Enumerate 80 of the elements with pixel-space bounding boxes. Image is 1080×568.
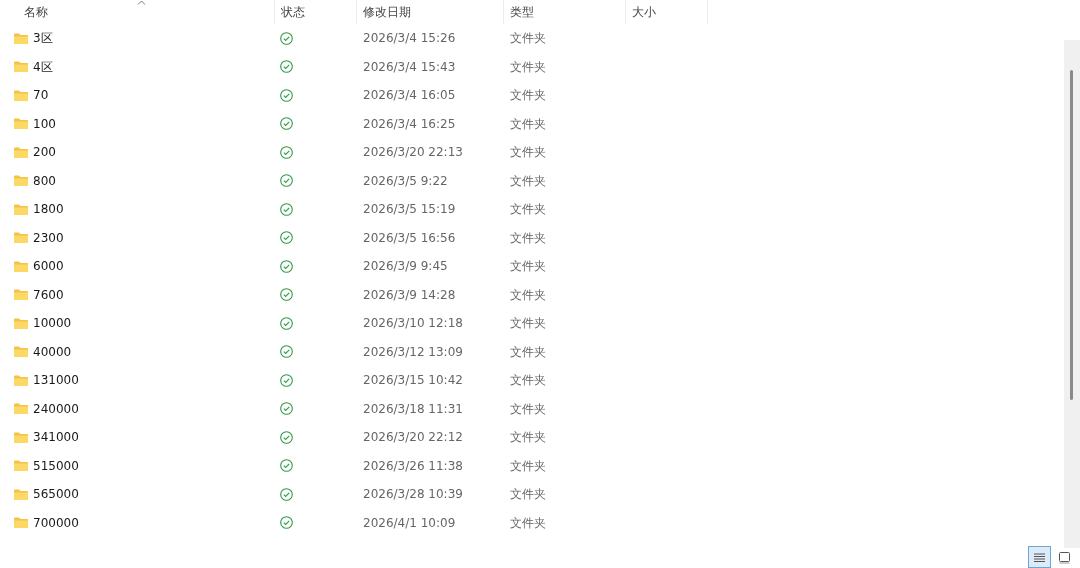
file-name[interactable]: 2300	[33, 228, 64, 247]
file-type: 文件夹	[509, 144, 547, 162]
file-type: 文件夹	[509, 457, 547, 475]
modified-date: 2026/3/10 12:18	[362, 315, 464, 333]
file-type: 文件夹	[509, 258, 547, 276]
file-name[interactable]: 100	[33, 114, 56, 133]
folder-icon	[14, 317, 28, 329]
folder-icon	[14, 431, 28, 443]
file-type: 文件夹	[509, 30, 547, 48]
folder-icon	[14, 346, 28, 358]
modified-date: 2026/3/12 13:09	[362, 343, 464, 361]
file-name[interactable]: 4区	[33, 57, 53, 76]
modified-date: 2026/3/9 9:45	[362, 258, 449, 276]
modified-date: 2026/3/4 16:05	[362, 87, 457, 105]
file-type: 文件夹	[509, 400, 547, 418]
modified-date: 2026/3/4 16:25	[362, 115, 457, 133]
modified-date: 2026/3/4 15:26	[362, 30, 457, 48]
modified-date: 2026/3/5 16:56	[362, 229, 457, 247]
modified-date: 2026/3/5 15:19	[362, 201, 457, 219]
modified-date: 2026/3/26 11:38	[362, 457, 464, 475]
file-name[interactable]: 10000	[33, 314, 72, 333]
file-type: 文件夹	[509, 172, 547, 190]
column-header[interactable]: 名称	[24, 3, 48, 21]
details-view-icon	[1033, 551, 1046, 563]
file-type: 文件夹	[509, 229, 547, 247]
folder-icon	[14, 32, 28, 44]
file-name[interactable]: 131000	[33, 371, 79, 390]
file-type: 文件夹	[509, 429, 547, 447]
modified-date: 2026/3/9 14:28	[362, 286, 457, 304]
file-type: 文件夹	[509, 58, 547, 76]
folder-icon	[14, 374, 28, 386]
modified-date: 2026/3/15 10:42	[362, 372, 464, 390]
file-name[interactable]: 70	[33, 86, 49, 105]
column-header[interactable]: 修改日期	[363, 3, 411, 21]
file-type: 文件夹	[509, 486, 547, 504]
folder-icon	[14, 89, 28, 101]
file-name[interactable]: 341000	[33, 428, 79, 447]
folder-icon	[14, 175, 28, 187]
modified-date: 2026/3/18 11:31	[362, 400, 464, 418]
folder-icon	[14, 118, 28, 130]
file-type: 文件夹	[509, 201, 547, 219]
file-type: 文件夹	[509, 514, 547, 532]
file-name[interactable]: 515000	[33, 456, 79, 475]
column-header[interactable]: 大小	[632, 3, 656, 21]
file-type: 文件夹	[509, 87, 547, 105]
column-header[interactable]: 状态	[281, 3, 305, 21]
file-name[interactable]: 1800	[33, 200, 64, 219]
file-type: 文件夹	[509, 315, 547, 333]
folder-icon	[14, 61, 28, 73]
folder-icon	[14, 260, 28, 272]
folder-icon	[14, 460, 28, 472]
folder-icon	[14, 232, 28, 244]
modified-date: 2026/3/28 10:39	[362, 486, 464, 504]
file-type: 文件夹	[509, 343, 547, 361]
folder-icon	[14, 403, 28, 415]
file-type: 文件夹	[509, 115, 547, 133]
modified-date: 2026/3/4 15:43	[362, 58, 457, 76]
modified-date: 2026/3/5 9:22	[362, 172, 449, 190]
column-header[interactable]: 类型	[510, 3, 534, 21]
file-name[interactable]: 3区	[33, 29, 53, 48]
details-view-button[interactable]	[1028, 546, 1051, 568]
file-name[interactable]: 565000	[33, 485, 79, 504]
file-name[interactable]: 6000	[33, 257, 64, 276]
file-name[interactable]: 800	[33, 171, 56, 190]
modified-date: 2026/4/1 10:09	[362, 514, 457, 532]
file-name[interactable]: 700000	[33, 513, 79, 532]
modified-date: 2026/3/20 22:13	[362, 144, 464, 162]
file-type: 文件夹	[509, 286, 547, 304]
file-name[interactable]: 7600	[33, 285, 64, 304]
folder-icon	[14, 517, 28, 529]
file-name[interactable]: 40000	[33, 342, 72, 361]
folder-icon	[14, 488, 28, 500]
folder-icon	[14, 289, 28, 301]
file-name[interactable]: 200	[33, 143, 56, 162]
folder-icon	[14, 146, 28, 158]
file-type: 文件夹	[509, 372, 547, 390]
folder-icon	[14, 203, 28, 215]
modified-date: 2026/3/20 22:12	[362, 429, 464, 447]
tiles-view-icon	[1058, 550, 1071, 564]
file-name[interactable]: 240000	[33, 399, 79, 418]
